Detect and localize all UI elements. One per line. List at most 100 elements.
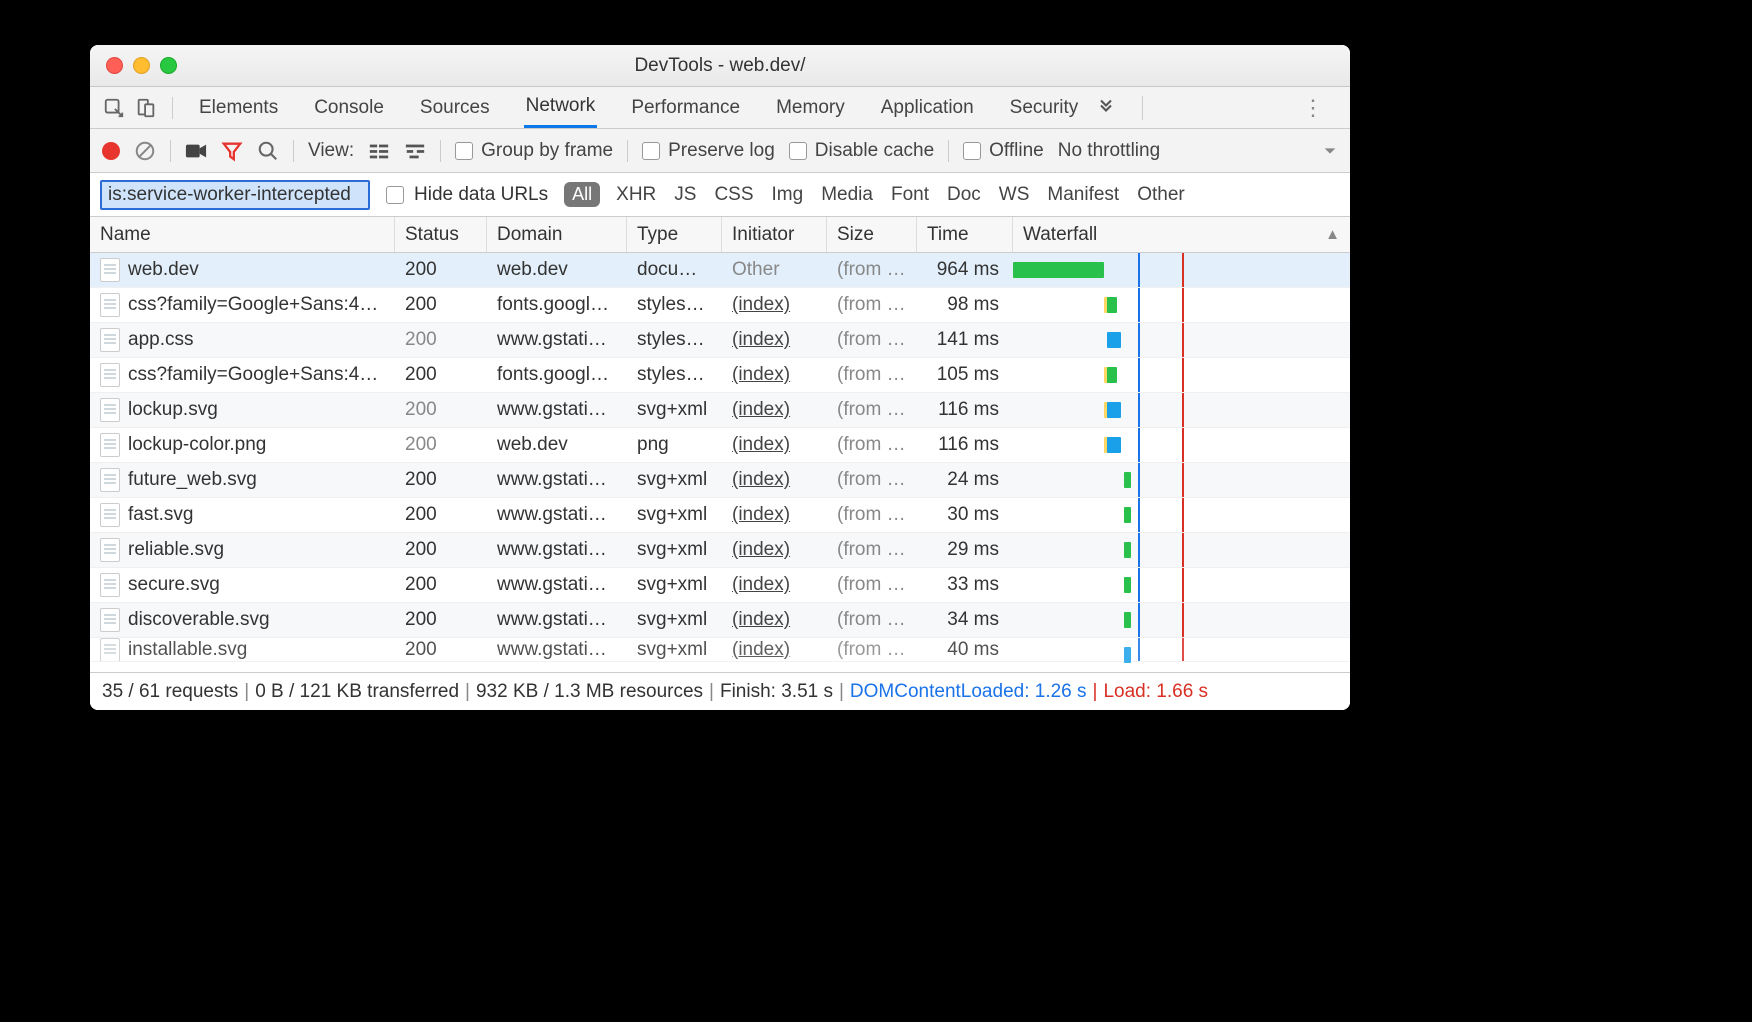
filter-type-img[interactable]: Img [772, 184, 804, 206]
table-row[interactable]: future_web.svg200www.gstati…svg+xml(inde… [90, 463, 1350, 498]
filter-type-media[interactable]: Media [821, 184, 873, 206]
col-type[interactable]: Type [627, 217, 722, 252]
filter-type-doc[interactable]: Doc [947, 184, 981, 206]
filter-input[interactable] [100, 180, 370, 210]
offline-checkbox[interactable] [963, 142, 981, 160]
record-button[interactable] [102, 142, 120, 160]
request-initiator[interactable]: (index) [732, 469, 790, 491]
file-icon [100, 538, 120, 562]
request-initiator[interactable]: (index) [732, 294, 790, 316]
overview-icon[interactable] [404, 142, 426, 160]
throttling-select[interactable]: No throttling [1058, 140, 1160, 162]
chevron-down-icon[interactable] [1322, 143, 1338, 159]
inspect-element-icon[interactable] [100, 94, 128, 122]
devtools-window: DevTools - web.dev/ Elements Console Sourc… [90, 45, 1350, 710]
window-title: DevTools - web.dev/ [90, 55, 1350, 77]
hide-data-urls-checkbox[interactable] [386, 186, 404, 204]
minimize-icon[interactable] [133, 57, 150, 74]
table-row[interactable]: fast.svg200www.gstati…svg+xml(index)(fro… [90, 498, 1350, 533]
request-domain: www.gstati… [487, 498, 627, 532]
maximize-icon[interactable] [160, 57, 177, 74]
filter-type-other[interactable]: Other [1137, 184, 1185, 206]
filter-type-js[interactable]: JS [674, 184, 696, 206]
table-header: Name Status Domain Type Initiator Size T… [90, 217, 1350, 253]
waterfall-cell [1013, 253, 1350, 287]
request-initiator[interactable]: (index) [732, 399, 790, 421]
waterfall-cell [1013, 603, 1350, 637]
tab-application[interactable]: Application [879, 87, 976, 128]
waterfall-cell [1013, 428, 1350, 462]
disable-cache-label: Disable cache [815, 140, 934, 162]
request-size: (from … [827, 603, 917, 637]
filter-type-all[interactable]: All [564, 182, 600, 207]
col-waterfall[interactable]: Waterfall ▲ [1013, 217, 1350, 252]
file-icon [100, 608, 120, 632]
tab-elements[interactable]: Elements [197, 87, 280, 128]
preserve-log-checkbox[interactable] [642, 142, 660, 160]
tab-memory[interactable]: Memory [774, 87, 847, 128]
request-domain: www.gstati… [487, 638, 627, 661]
col-time[interactable]: Time [917, 217, 1013, 252]
request-initiator[interactable]: (index) [732, 434, 790, 456]
network-toolbar: View: Group by frame Preserve log Disabl… [90, 129, 1350, 173]
request-initiator[interactable]: (index) [732, 504, 790, 526]
request-domain: fonts.googl… [487, 358, 627, 392]
file-icon [100, 328, 120, 352]
col-domain[interactable]: Domain [487, 217, 627, 252]
request-initiator[interactable]: (index) [732, 609, 790, 631]
request-name: css?family=Google+Sans:4… [128, 364, 378, 386]
table-row[interactable]: lockup.svg200www.gstati…svg+xml(index)(f… [90, 393, 1350, 428]
request-time: 116 ms [917, 393, 1013, 427]
disable-cache-checkbox[interactable] [789, 142, 807, 160]
request-domain: www.gstati… [487, 463, 627, 497]
filter-type-manifest[interactable]: Manifest [1047, 184, 1119, 206]
settings-menu-icon[interactable]: ⋮ [1286, 95, 1340, 121]
table-row[interactable]: app.css200www.gstati…styles…(index)(from… [90, 323, 1350, 358]
tab-console[interactable]: Console [312, 87, 386, 128]
tab-sources[interactable]: Sources [418, 87, 492, 128]
filter-type-css[interactable]: CSS [714, 184, 753, 206]
col-size[interactable]: Size [827, 217, 917, 252]
request-domain: www.gstati… [487, 568, 627, 602]
table-row[interactable]: css?family=Google+Sans:4…200fonts.googl…… [90, 288, 1350, 323]
table-row[interactable]: lockup-color.png200web.devpng(index)(fro… [90, 428, 1350, 463]
close-icon[interactable] [106, 57, 123, 74]
tab-performance[interactable]: Performance [629, 87, 742, 128]
camera-icon[interactable] [185, 142, 207, 160]
request-status: 200 [395, 323, 487, 357]
request-type: svg+xml [627, 498, 722, 532]
table-row[interactable]: css?family=Google+Sans:4…200fonts.googl…… [90, 358, 1350, 393]
table-row[interactable]: web.dev200web.devdocu…Other(from …964 ms [90, 253, 1350, 288]
request-initiator[interactable]: (index) [732, 639, 790, 661]
table-row[interactable]: discoverable.svg200www.gstati…svg+xml(in… [90, 603, 1350, 638]
status-resources: 932 KB / 1.3 MB resources [476, 681, 703, 703]
filter-type-font[interactable]: Font [891, 184, 929, 206]
filter-input-field[interactable] [108, 184, 362, 206]
col-status[interactable]: Status [395, 217, 487, 252]
request-name: lockup.svg [128, 399, 218, 421]
more-tabs-icon[interactable] [1092, 94, 1120, 122]
request-initiator[interactable]: (index) [732, 329, 790, 351]
col-initiator[interactable]: Initiator [722, 217, 827, 252]
group-by-frame-checkbox[interactable] [455, 142, 473, 160]
filter-icon[interactable] [221, 140, 243, 162]
table-row[interactable]: installable.svg200www.gstati…svg+xml(ind… [90, 638, 1350, 662]
col-name[interactable]: Name [90, 217, 395, 252]
request-initiator[interactable]: (index) [732, 574, 790, 596]
request-type: svg+xml [627, 463, 722, 497]
waterfall-cell [1013, 533, 1350, 567]
request-initiator[interactable]: (index) [732, 539, 790, 561]
tab-security[interactable]: Security [1008, 87, 1081, 128]
table-row[interactable]: reliable.svg200www.gstati…svg+xml(index)… [90, 533, 1350, 568]
table-row[interactable]: secure.svg200www.gstati…svg+xml(index)(f… [90, 568, 1350, 603]
clear-icon[interactable] [134, 140, 156, 162]
large-rows-icon[interactable] [368, 142, 390, 160]
search-icon[interactable] [257, 140, 279, 162]
request-initiator[interactable]: (index) [732, 364, 790, 386]
request-size: (from … [827, 393, 917, 427]
filter-type-xhr[interactable]: XHR [616, 184, 656, 206]
filter-type-ws[interactable]: WS [999, 184, 1030, 206]
device-toggle-icon[interactable] [132, 94, 160, 122]
tab-network[interactable]: Network [524, 87, 598, 128]
request-domain: www.gstati… [487, 323, 627, 357]
